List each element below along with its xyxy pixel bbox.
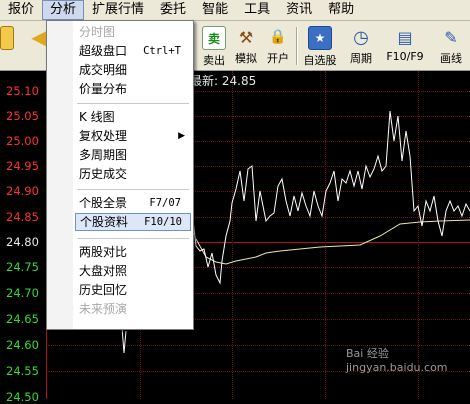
- shortcut: Ctrl+T: [143, 45, 181, 57]
- menu-icon-column: [47, 21, 73, 329]
- open-account-label: 开户: [267, 52, 289, 65]
- lock-icon: 🔒: [269, 29, 287, 45]
- menu-item-history-trades[interactable]: 历史成交: [79, 165, 189, 183]
- menu-extended-market[interactable]: 扩展行情: [84, 0, 152, 20]
- f10-icon: ▤: [397, 27, 413, 47]
- draw-line-label: 画线: [440, 52, 462, 65]
- menu-item-super-panel[interactable]: 超级盘口 Ctrl+T: [79, 42, 189, 60]
- simulate-button[interactable]: ⚒ 模拟: [232, 23, 260, 67]
- pencil-icon: ✎: [444, 27, 458, 47]
- draw-line-button[interactable]: ✎ 画线: [436, 23, 466, 67]
- toolbar-separator: [296, 27, 298, 65]
- shortcut: F7/07: [149, 197, 181, 209]
- menu-separator: [77, 189, 189, 190]
- open-account-button[interactable]: 🔒 开户: [264, 23, 292, 67]
- average-price-line: [195, 219, 470, 265]
- menu-bar: 报价 分析 扩展行情 委托 智能 工具 资讯 帮助: [0, 0, 470, 21]
- menu-help[interactable]: 帮助: [320, 0, 362, 20]
- submenu-arrow-icon: ▶: [178, 131, 185, 141]
- menu-item-stock-info[interactable]: 个股资料 F10/10: [75, 213, 191, 231]
- watchlist-button[interactable]: ★ 自选股: [302, 23, 338, 67]
- clock-icon: ◷: [353, 26, 369, 48]
- f10-label: F10/F9: [386, 50, 424, 63]
- menu-item-future-preview: 未来预演: [79, 302, 128, 316]
- menu-separator: [77, 103, 189, 104]
- analysis-dropdown-menu: 分时图 超级盘口 Ctrl+T 成交明细 价量分布 K 线图 复权处理 ▶ 多周期图…: [46, 20, 194, 330]
- menu-tools[interactable]: 工具: [236, 0, 278, 20]
- menu-item-adjust-rights[interactable]: 复权处理 ▶: [79, 127, 189, 145]
- gavel-icon: ⚒: [238, 27, 254, 47]
- menu-news[interactable]: 资讯: [278, 0, 320, 20]
- sell-button[interactable]: 卖 卖出: [200, 23, 228, 67]
- menu-order[interactable]: 委托: [152, 0, 194, 20]
- menu-item-market-compare[interactable]: 大盘对照: [79, 262, 189, 280]
- sell-icon: 卖: [202, 26, 226, 50]
- period-button[interactable]: ◷ 周期: [346, 23, 376, 67]
- period-label: 周期: [350, 52, 372, 65]
- menu-item-history-recall[interactable]: 历史回忆: [79, 281, 189, 299]
- menu-item-price-volume[interactable]: 价量分布: [79, 80, 189, 98]
- menu-item-stock-overview[interactable]: 个股全景 F7/07: [79, 194, 189, 212]
- star-list-icon: ★: [308, 26, 332, 50]
- menu-separator: [77, 238, 189, 239]
- menu-analysis[interactable]: 分析: [42, 0, 85, 20]
- watermark: Bai 经验 jingyan.baidu.com: [346, 347, 448, 374]
- menu-quote[interactable]: 报价: [0, 0, 42, 20]
- menu-item-compare-two[interactable]: 两股对比: [79, 243, 189, 261]
- price-line: [191, 110, 470, 285]
- toolbar-left-button[interactable]: [0, 23, 14, 67]
- menu-item-kline[interactable]: K 线图: [79, 108, 189, 126]
- sell-label: 卖出: [203, 54, 225, 67]
- menu-item-multi-period[interactable]: 多周期图: [79, 146, 189, 164]
- menu-item-intraday-chart: 分时图: [79, 25, 116, 39]
- menu-smart[interactable]: 智能: [194, 0, 236, 20]
- watchlist-label: 自选股: [303, 54, 337, 67]
- menu-item-trade-details[interactable]: 成交明细: [79, 61, 189, 79]
- shortcut: F10/10: [144, 216, 182, 228]
- simulate-label: 模拟: [235, 52, 257, 65]
- f10-button[interactable]: ▤ F10/F9: [384, 23, 426, 67]
- book-icon: [0, 26, 14, 50]
